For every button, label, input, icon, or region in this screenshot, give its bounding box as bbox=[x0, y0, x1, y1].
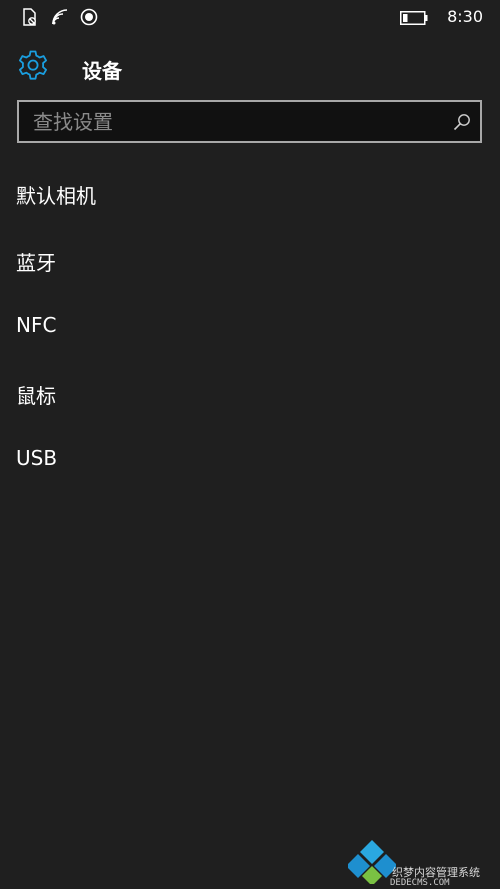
list-item-label: 鼠标 bbox=[16, 383, 56, 408]
list-item-default-camera[interactable]: 默认相机 bbox=[0, 162, 500, 229]
list-item-nfc[interactable]: NFC bbox=[0, 295, 500, 362]
watermark-logo-icon bbox=[346, 836, 398, 886]
sim-off-icon bbox=[20, 7, 40, 27]
search-box[interactable] bbox=[17, 100, 482, 143]
status-bar: 8:30 bbox=[0, 0, 500, 34]
status-time: 8:30 bbox=[447, 7, 483, 26]
list-item-bluetooth[interactable]: 蓝牙 bbox=[0, 229, 500, 296]
search-input[interactable] bbox=[33, 110, 433, 134]
list-item-label: 蓝牙 bbox=[16, 250, 56, 275]
battery-icon bbox=[400, 10, 428, 25]
wifi-icon bbox=[50, 7, 70, 27]
gear-icon bbox=[16, 49, 50, 83]
list-item-label: NFC bbox=[16, 313, 57, 337]
list-item-usb[interactable]: USB bbox=[0, 428, 500, 495]
search-icon[interactable] bbox=[453, 113, 471, 131]
list-item-label: USB bbox=[16, 446, 58, 470]
list-item-mouse[interactable]: 鼠标 bbox=[0, 362, 500, 429]
watermark-url: DEDECMS.COM bbox=[390, 878, 450, 888]
list-item-label: 默认相机 bbox=[16, 184, 96, 208]
watermark: 织梦内容管理系统 DEDECMS.COM bbox=[340, 830, 500, 889]
page-title: 设备 bbox=[82, 59, 122, 83]
location-icon bbox=[79, 7, 99, 27]
page-header: 设备 bbox=[0, 46, 500, 90]
settings-list: 默认相机 蓝牙 NFC 鼠标 USB bbox=[0, 162, 500, 495]
